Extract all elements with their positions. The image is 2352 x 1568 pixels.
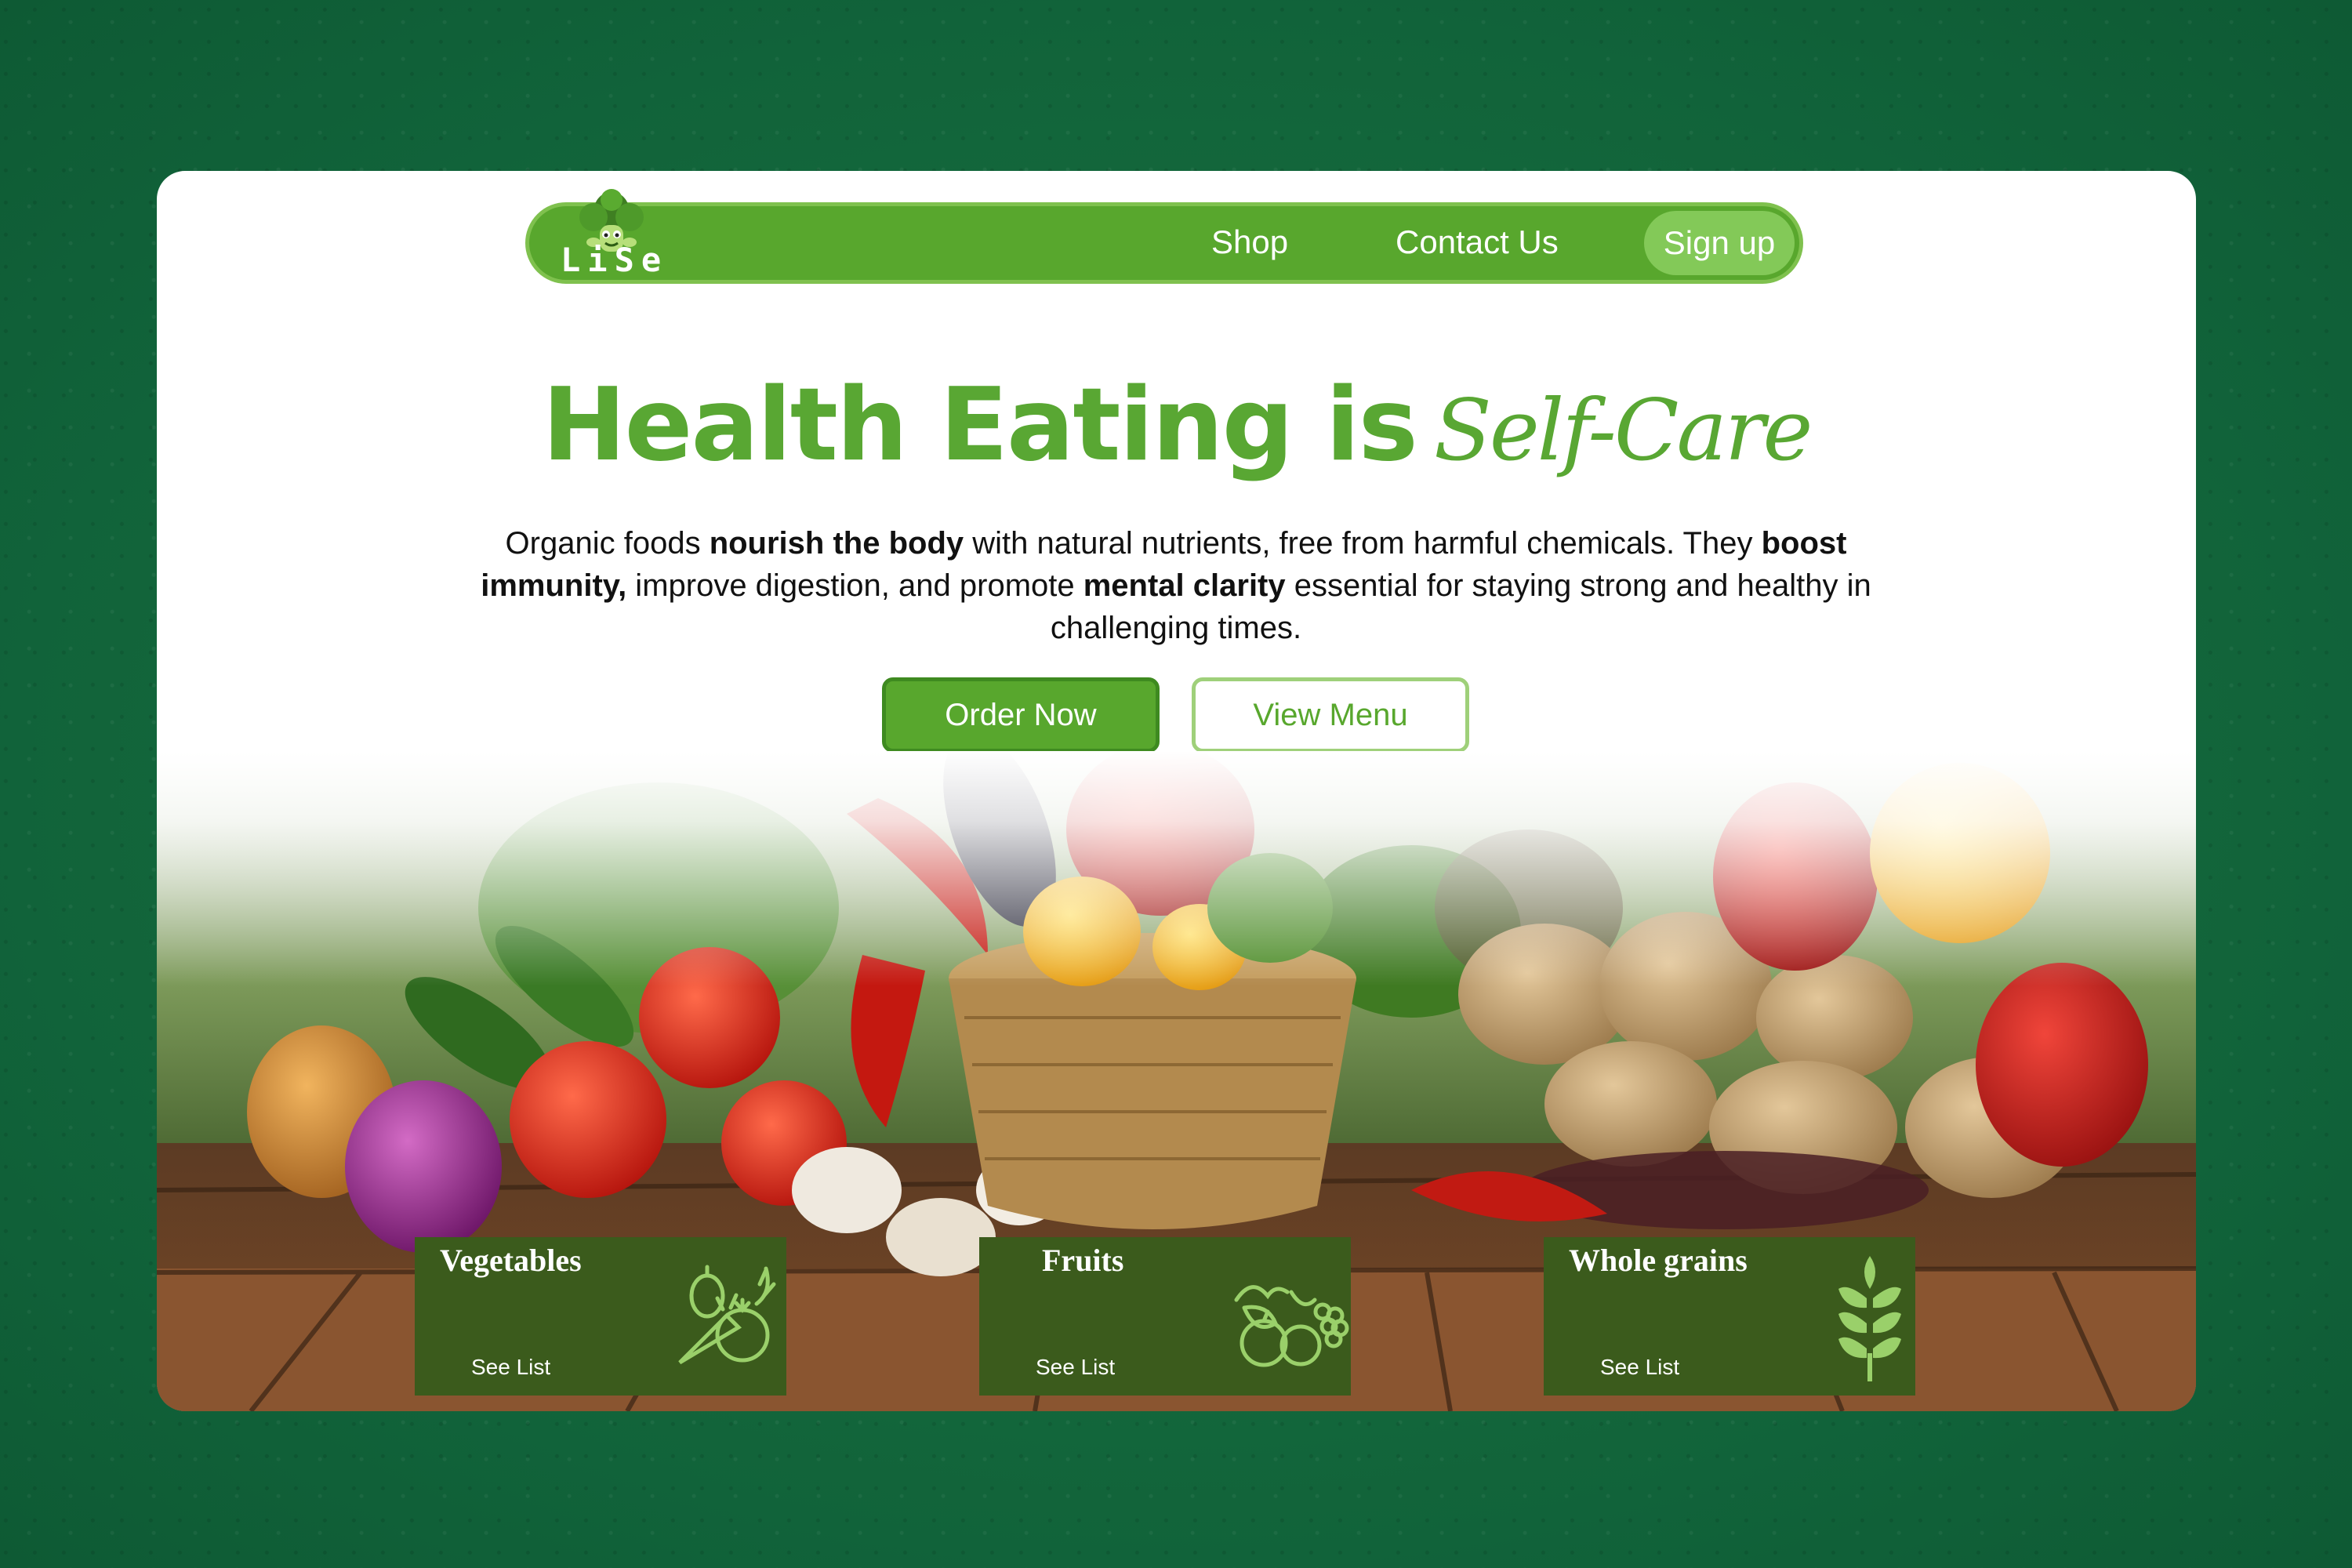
fruits-icon xyxy=(1234,1285,1349,1367)
headline-main: Health Eating is xyxy=(542,367,1418,484)
view-menu-button[interactable]: View Menu xyxy=(1192,677,1469,753)
see-list-link[interactable]: See List xyxy=(1036,1355,1115,1380)
desc-bold-3: mental clarity xyxy=(1083,568,1286,603)
category-title: Whole grains xyxy=(1569,1243,1748,1278)
see-list-link[interactable]: See List xyxy=(1600,1355,1679,1380)
brand-name[interactable]: LiSe xyxy=(561,241,668,279)
headline-script: Self-Care xyxy=(1433,382,1813,480)
desc-text-1: Organic foods xyxy=(505,526,710,561)
hero-image-fade xyxy=(157,751,2196,986)
wheat-icon xyxy=(1838,1256,1901,1381)
category-card-vegetables[interactable]: Vegetables See List xyxy=(415,1237,786,1396)
category-title: Fruits xyxy=(1042,1243,1124,1278)
nav-shop-link[interactable]: Shop xyxy=(1211,223,1288,261)
nav-contact-link[interactable]: Contact Us xyxy=(1396,223,1559,261)
order-now-button[interactable]: Order Now xyxy=(882,677,1160,753)
desc-bold-1: nourish the body xyxy=(709,526,964,561)
desc-text-3: improve digestion, and promote xyxy=(626,568,1083,603)
landing-card: LiSe Shop Contact Us Sign up Health Eati… xyxy=(157,171,2196,1411)
hero-description: Organic foods nourish the body with natu… xyxy=(463,522,1889,649)
hero-headline: Health Eating is Self-Care xyxy=(157,367,2196,484)
category-card-fruits[interactable]: Fruits See List xyxy=(979,1237,1351,1396)
nav-bar: LiSe Shop Contact Us Sign up xyxy=(525,189,1803,284)
category-title: Vegetables xyxy=(440,1243,582,1278)
desc-text-2: with natural nutrients, free from harmfu… xyxy=(964,526,1762,561)
signup-button[interactable]: Sign up xyxy=(1644,211,1795,275)
vegetables-icon xyxy=(678,1265,776,1365)
see-list-link[interactable]: See List xyxy=(471,1355,550,1380)
category-card-whole-grains[interactable]: Whole grains See List xyxy=(1544,1237,1915,1396)
